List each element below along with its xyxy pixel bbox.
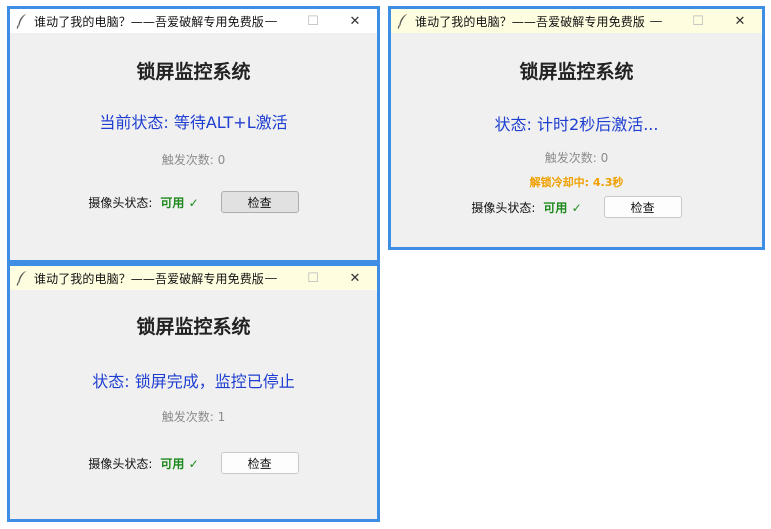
camera-status-value: 可用 ✓: [160, 195, 199, 210]
check-button[interactable]: 检查: [220, 452, 299, 474]
app-window-locked: 谁动了我的电脑？——吾爱破解专用免费版 — ☐ ✕ 锁屏监控系统 状态: 锁屏完…: [7, 263, 380, 522]
camera-status-label: 摄像头状态:: [471, 200, 536, 215]
status-text: 当前状态: 等待ALT+L激活: [99, 113, 288, 132]
check-button[interactable]: 检查: [220, 191, 299, 213]
close-button[interactable]: ✕: [341, 266, 369, 290]
feather-icon: [397, 13, 408, 29]
feather-icon: [16, 270, 27, 286]
camera-status-label: 摄像头状态:: [88, 456, 153, 471]
feather-icon: [16, 13, 27, 29]
app-window-idle: 谁动了我的电脑？——吾爱破解专用免费版 — ☐ ✕ 锁屏监控系统 当前状态: 等…: [7, 6, 380, 263]
close-button[interactable]: ✕: [341, 9, 369, 33]
maximize-button[interactable]: ☐: [299, 266, 327, 290]
close-button[interactable]: ✕: [726, 9, 754, 33]
app-title: 锁屏监控系统: [136, 316, 251, 338]
check-button[interactable]: 检查: [603, 196, 682, 218]
camera-status-label: 摄像头状态:: [88, 195, 153, 210]
maximize-button[interactable]: ☐: [299, 9, 327, 33]
minimize-button[interactable]: —: [257, 266, 285, 290]
title-bar[interactable]: 谁动了我的电脑？——吾爱破解专用免费版 — ☐ ✕: [10, 9, 377, 33]
camera-status-row: 摄像头状态: 可用 ✓ 检查: [10, 191, 377, 213]
trigger-count: 触发次数: 0: [544, 151, 609, 165]
camera-status-value: 可用 ✓: [160, 456, 199, 471]
title-bar[interactable]: 谁动了我的电脑？——吾爱破解专用免费版 — ☐ ✕: [10, 266, 377, 290]
camera-status-row: 摄像头状态: 可用 ✓ 检查: [391, 196, 762, 218]
status-text: 状态: 锁屏完成，监控已停止: [92, 372, 295, 391]
camera-status-value: 可用 ✓: [543, 200, 582, 215]
cooldown-text: 解锁冷却中: 4.3秒: [529, 176, 624, 189]
window-title: 谁动了我的电脑？——吾爱破解专用免费版: [34, 271, 264, 286]
window-title: 谁动了我的电脑？——吾爱破解专用免费版: [415, 14, 645, 29]
camera-status-row: 摄像头状态: 可用 ✓ 检查: [10, 452, 377, 474]
app-title: 锁屏监控系统: [519, 61, 634, 83]
maximize-button[interactable]: ☐: [684, 9, 712, 33]
title-bar[interactable]: 谁动了我的电脑？——吾爱破解专用免费版 — ☐ ✕: [391, 9, 762, 33]
minimize-button[interactable]: —: [257, 9, 285, 33]
minimize-button[interactable]: —: [642, 9, 670, 33]
trigger-count: 触发次数: 0: [161, 153, 226, 167]
status-text: 状态: 计时2秒后激活...: [494, 115, 659, 134]
app-title: 锁屏监控系统: [136, 61, 251, 83]
trigger-count: 触发次数: 1: [161, 410, 226, 424]
app-window-countdown: 谁动了我的电脑？——吾爱破解专用免费版 — ☐ ✕ 锁屏监控系统 状态: 计时2…: [388, 6, 765, 250]
window-title: 谁动了我的电脑？——吾爱破解专用免费版: [34, 14, 264, 29]
